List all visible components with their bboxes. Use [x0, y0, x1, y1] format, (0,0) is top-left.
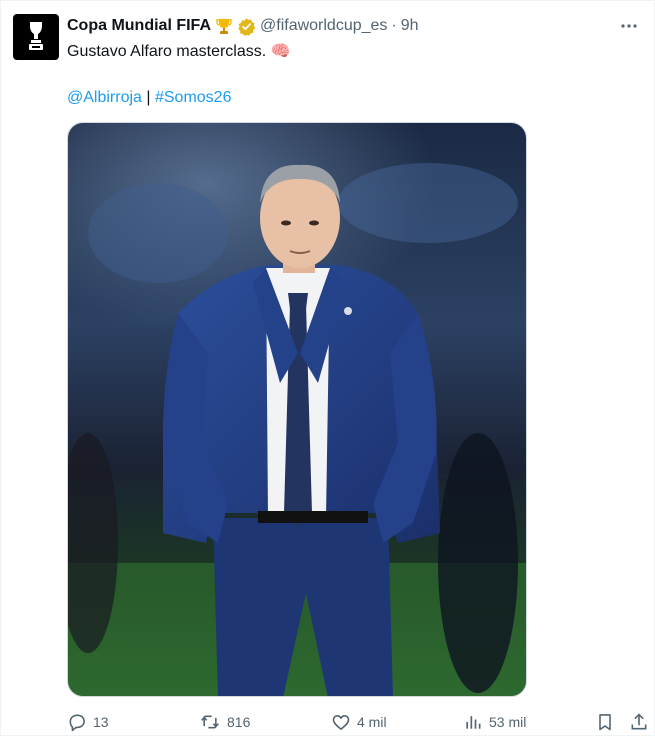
- like-count: 4 mil: [357, 714, 387, 730]
- tweet-time[interactable]: 9h: [401, 17, 419, 35]
- views-button[interactable]: 53 mil: [463, 709, 526, 735]
- bookmark-button[interactable]: [595, 709, 615, 735]
- reply-icon: [69, 714, 85, 732]
- retweet-count: 816: [227, 714, 251, 730]
- more-icon[interactable]: [618, 15, 640, 37]
- account-handle[interactable]: @fifaworldcup_es: [260, 17, 387, 35]
- reply-count: 13: [93, 714, 109, 730]
- tweet-text: Gustavo Alfaro masterclass. 🧠: [67, 43, 291, 60]
- views-icon: [466, 716, 481, 729]
- display-name[interactable]: Copa Mundial FIFA: [67, 17, 211, 35]
- views-count: 53 mil: [489, 714, 527, 730]
- tweet-photo[interactable]: [67, 122, 527, 697]
- reply-button[interactable]: 13: [67, 709, 109, 735]
- tweet-tags: @Albirroja | #Somos26: [67, 87, 231, 109]
- tweet-header: Copa Mundial FIFA @fifaworldcup_es · 9h: [67, 15, 604, 37]
- retweet-button[interactable]: 816: [199, 709, 250, 735]
- tweet-actions: 13 816 4 mil 53 mil: [67, 709, 651, 735]
- share-icon: [631, 713, 647, 730]
- tag-separator: |: [141, 89, 155, 106]
- avatar[interactable]: [13, 14, 59, 60]
- coach-photo-image: [68, 123, 526, 696]
- trophy-emoji-icon: [215, 17, 233, 35]
- like-button[interactable]: 4 mil: [331, 709, 387, 735]
- share-button[interactable]: [629, 709, 649, 735]
- hashtag-somos26[interactable]: #Somos26: [155, 89, 232, 106]
- retweet-icon: [201, 715, 219, 729]
- gold-verified-badge-icon[interactable]: [237, 17, 256, 36]
- heart-icon: [332, 715, 350, 730]
- bookmark-icon: [599, 714, 611, 731]
- tweet-card[interactable]: Copa Mundial FIFA @fifaworldcup_es · 9h: [0, 0, 655, 736]
- fifa-trophy-logo-icon: [29, 22, 43, 50]
- separator-dot: ·: [391, 17, 397, 34]
- mention-albirroja[interactable]: @Albirroja: [67, 89, 142, 106]
